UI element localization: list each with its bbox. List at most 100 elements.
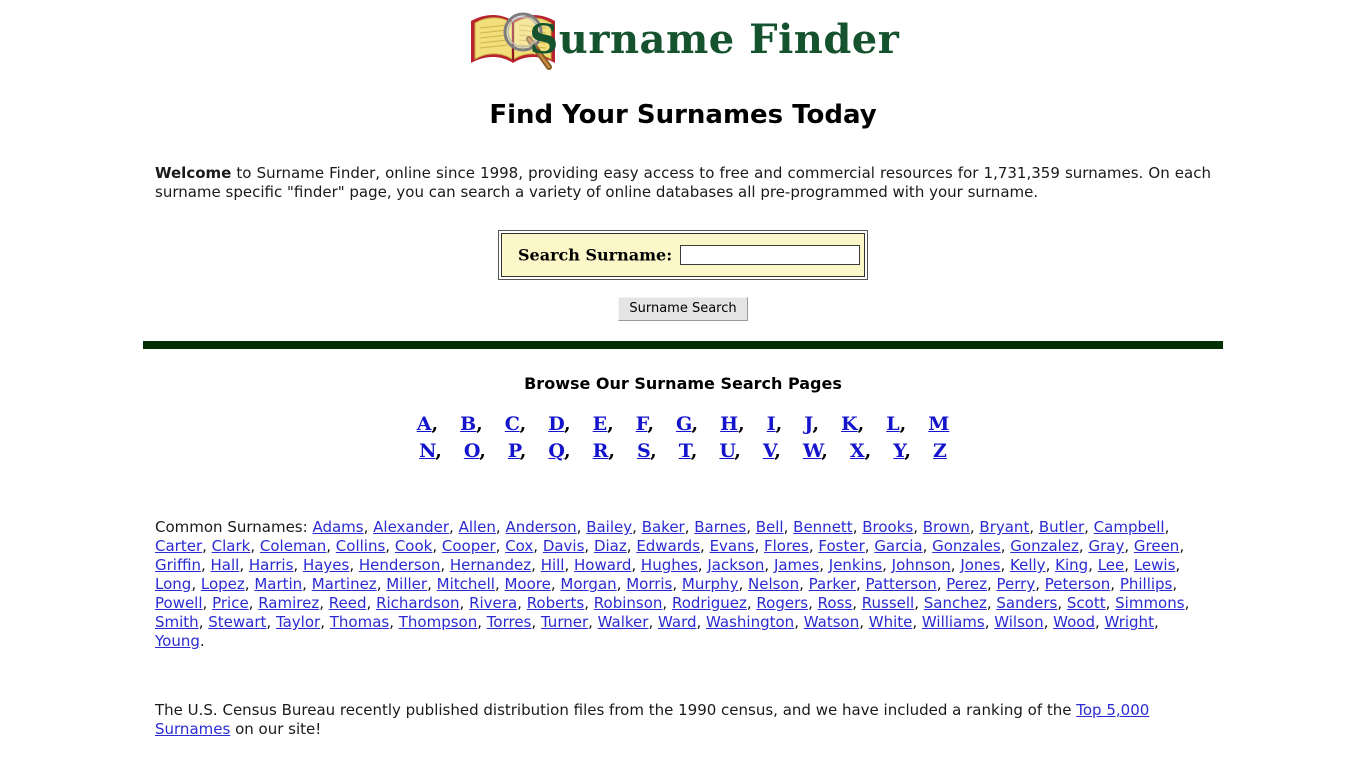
surname-link[interactable]: Taylor [276, 613, 320, 631]
surname-link[interactable]: Ross [818, 594, 853, 612]
surname-link[interactable]: Gonzales [932, 537, 1001, 555]
surname-link[interactable]: Lee [1098, 556, 1125, 574]
surname-link[interactable]: Phillips [1120, 575, 1173, 593]
surname-link[interactable]: Adams [312, 518, 363, 536]
surname-link[interactable]: Parker [809, 575, 856, 593]
surname-link[interactable]: Thomas [330, 613, 389, 631]
surname-link[interactable]: Henderson [359, 556, 440, 574]
surname-link[interactable]: Evans [710, 537, 755, 555]
surname-link[interactable]: Long [155, 575, 191, 593]
surname-link[interactable]: Harris [249, 556, 294, 574]
surname-link[interactable]: Coleman [260, 537, 326, 555]
surname-link[interactable]: Price [212, 594, 249, 612]
surname-link[interactable]: Hill [541, 556, 565, 574]
alphabet-link-n[interactable]: N [419, 440, 435, 462]
surname-link[interactable]: Martinez [312, 575, 377, 593]
surname-link[interactable]: Butler [1039, 518, 1084, 536]
alphabet-link-k[interactable]: K [841, 413, 858, 435]
surname-link[interactable]: Cooper [442, 537, 496, 555]
surname-link[interactable]: Nelson [748, 575, 799, 593]
surname-link[interactable]: Brooks [862, 518, 913, 536]
surname-link[interactable]: Collins [336, 537, 385, 555]
surname-link[interactable]: Washington [706, 613, 794, 631]
alphabet-link-i[interactable]: I [767, 413, 776, 435]
surname-link[interactable]: Williams [922, 613, 985, 631]
surname-link[interactable]: Green [1134, 537, 1179, 555]
alphabet-link-v[interactable]: V [763, 440, 774, 462]
surname-link[interactable]: Gonzalez [1010, 537, 1079, 555]
search-input[interactable] [680, 245, 861, 265]
alphabet-link-x[interactable]: X [850, 440, 865, 462]
surname-link[interactable]: Russell [862, 594, 914, 612]
surname-link[interactable]: Bryant [979, 518, 1029, 536]
surname-link[interactable]: Scott [1067, 594, 1106, 612]
surname-link[interactable]: Wood [1053, 613, 1095, 631]
surname-link[interactable]: Simmons [1115, 594, 1184, 612]
surname-link[interactable]: Campbell [1094, 518, 1165, 536]
alphabet-link-t[interactable]: T [679, 440, 691, 462]
surname-link[interactable]: Gray [1088, 537, 1124, 555]
surname-link[interactable]: White [869, 613, 913, 631]
surname-link[interactable]: Jones [960, 556, 1000, 574]
surname-link[interactable]: Ramirez [258, 594, 319, 612]
surname-link[interactable]: Clark [212, 537, 251, 555]
surname-link[interactable]: Carter [155, 537, 202, 555]
surname-link[interactable]: Johnson [892, 556, 951, 574]
alphabet-link-y[interactable]: Y [893, 440, 904, 462]
surname-link[interactable]: Murphy [682, 575, 739, 593]
alphabet-link-g[interactable]: G [676, 413, 692, 435]
alphabet-link-h[interactable]: H [720, 413, 738, 435]
alphabet-link-e[interactable]: E [593, 413, 607, 435]
surname-link[interactable]: Anderson [505, 518, 576, 536]
surname-link[interactable]: Young [155, 632, 200, 650]
alphabet-link-r[interactable]: R [593, 440, 609, 462]
alphabet-link-p[interactable]: P [508, 440, 520, 462]
surname-link[interactable]: Perry [997, 575, 1036, 593]
alphabet-link-a[interactable]: A [417, 413, 432, 435]
alphabet-link-w[interactable]: W [803, 440, 821, 462]
alphabet-link-u[interactable]: U [719, 440, 734, 462]
surname-link[interactable]: James [774, 556, 819, 574]
surname-link[interactable]: Robinson [594, 594, 663, 612]
surname-link[interactable]: Griffin [155, 556, 201, 574]
surname-link[interactable]: Foster [818, 537, 864, 555]
surname-link[interactable]: Hernandez [450, 556, 531, 574]
surname-link[interactable]: Martin [254, 575, 302, 593]
surname-link[interactable]: Jenkins [829, 556, 882, 574]
surname-link[interactable]: Hughes [641, 556, 698, 574]
surname-link[interactable]: Miller [386, 575, 427, 593]
surname-link[interactable]: Turner [541, 613, 588, 631]
surname-link[interactable]: Patterson [866, 575, 937, 593]
alphabet-link-l[interactable]: L [886, 413, 899, 435]
alphabet-link-q[interactable]: Q [548, 440, 564, 462]
surname-link[interactable]: Brown [923, 518, 970, 536]
surname-link[interactable]: Peterson [1045, 575, 1111, 593]
surname-link[interactable]: Thompson [399, 613, 477, 631]
surname-link[interactable]: Roberts [527, 594, 585, 612]
surname-link[interactable]: Sanders [996, 594, 1057, 612]
surname-link[interactable]: Diaz [594, 537, 627, 555]
surname-link[interactable]: Jackson [707, 556, 764, 574]
surname-link[interactable]: Mitchell [437, 575, 495, 593]
surname-link[interactable]: Perez [946, 575, 987, 593]
surname-link[interactable]: Rodriguez [672, 594, 747, 612]
surname-link[interactable]: Sanchez [924, 594, 987, 612]
surname-link[interactable]: Cox [505, 537, 533, 555]
surname-link[interactable]: Reed [329, 594, 367, 612]
surname-link[interactable]: Cook [395, 537, 433, 555]
alphabet-link-o[interactable]: O [464, 440, 479, 462]
surname-link[interactable]: Stewart [208, 613, 266, 631]
surname-link[interactable]: Flores [764, 537, 809, 555]
alphabet-link-b[interactable]: B [460, 413, 476, 435]
surname-link[interactable]: Richardson [376, 594, 459, 612]
surname-link[interactable]: Torres [487, 613, 532, 631]
alphabet-link-z[interactable]: Z [933, 440, 947, 462]
alphabet-link-s[interactable]: S [637, 440, 650, 462]
surname-link[interactable]: Davis [543, 537, 585, 555]
surname-link[interactable]: Bennett [793, 518, 853, 536]
surname-link[interactable]: Lopez [201, 575, 245, 593]
alphabet-link-f[interactable]: F [636, 413, 648, 435]
surname-link[interactable]: Watson [804, 613, 859, 631]
alphabet-link-m[interactable]: M [928, 413, 949, 435]
surname-link[interactable]: Edwards [636, 537, 700, 555]
